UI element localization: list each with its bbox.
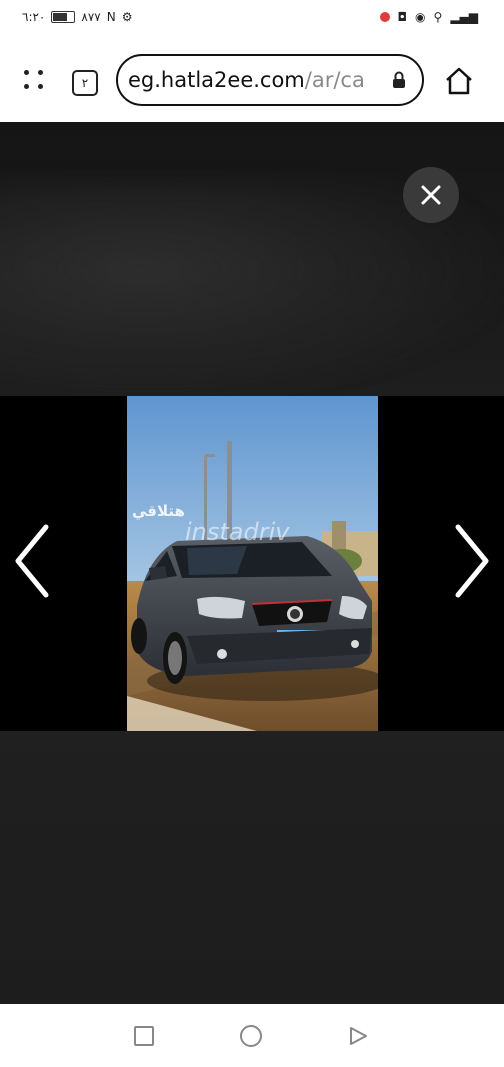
recent-apps-icon[interactable] bbox=[134, 1026, 154, 1046]
car-photo-illustration bbox=[127, 396, 378, 731]
signal-icon: ▂▄▆ bbox=[450, 10, 478, 24]
nfc-icon: N bbox=[106, 10, 116, 24]
browser-toolbar: ٢ eg.hatla2ee.com /ar/ca bbox=[0, 42, 504, 122]
network-speed: ٨٧٧ bbox=[81, 10, 101, 24]
status-bar: ٦:٢٠ ٨٧٧ N ⚙ ◘ ◉ ⚲ ▂▄▆ bbox=[0, 0, 504, 42]
watermark-logo: هتلاقي bbox=[132, 502, 185, 520]
url-path: /ar/ca bbox=[304, 68, 365, 92]
status-left: ٦:٢٠ ٨٧٧ N ⚙ bbox=[22, 10, 132, 24]
image-viewer: هتلاقي instadriv bbox=[0, 122, 504, 1004]
record-icon: ◉ bbox=[415, 10, 426, 24]
system-nav-bar bbox=[0, 1004, 504, 1067]
menu-dots-icon[interactable] bbox=[24, 70, 50, 96]
location-icon bbox=[379, 12, 390, 22]
clock: ٦:٢٠ bbox=[22, 10, 46, 24]
watermark-text: instadriv bbox=[185, 518, 290, 546]
camera-icon: ◘ bbox=[397, 10, 408, 24]
gallery-strip: هتلاقي instadriv bbox=[0, 396, 504, 731]
close-button[interactable] bbox=[403, 167, 459, 223]
chevron-left-icon[interactable] bbox=[8, 521, 58, 601]
settings-icon: ⚙ bbox=[121, 10, 133, 24]
status-right: ◘ ◉ ⚲ ▂▄▆ bbox=[379, 10, 478, 24]
back-triangle-icon[interactable] bbox=[347, 1025, 369, 1047]
car-photo[interactable]: هتلاقي instadriv bbox=[127, 396, 378, 731]
lock-icon[interactable] bbox=[392, 71, 406, 89]
url-domain: eg.hatla2ee.com bbox=[128, 68, 305, 92]
battery-icon bbox=[51, 11, 76, 23]
address-bar[interactable]: eg.hatla2ee.com /ar/ca bbox=[116, 54, 424, 106]
tabs-button[interactable]: ٢ bbox=[72, 70, 98, 96]
home-icon[interactable] bbox=[444, 66, 474, 96]
wifi-icon: ⚲ bbox=[433, 10, 443, 24]
close-icon bbox=[421, 185, 441, 205]
chevron-right-icon[interactable] bbox=[446, 521, 496, 601]
home-circle-icon[interactable] bbox=[240, 1025, 262, 1047]
